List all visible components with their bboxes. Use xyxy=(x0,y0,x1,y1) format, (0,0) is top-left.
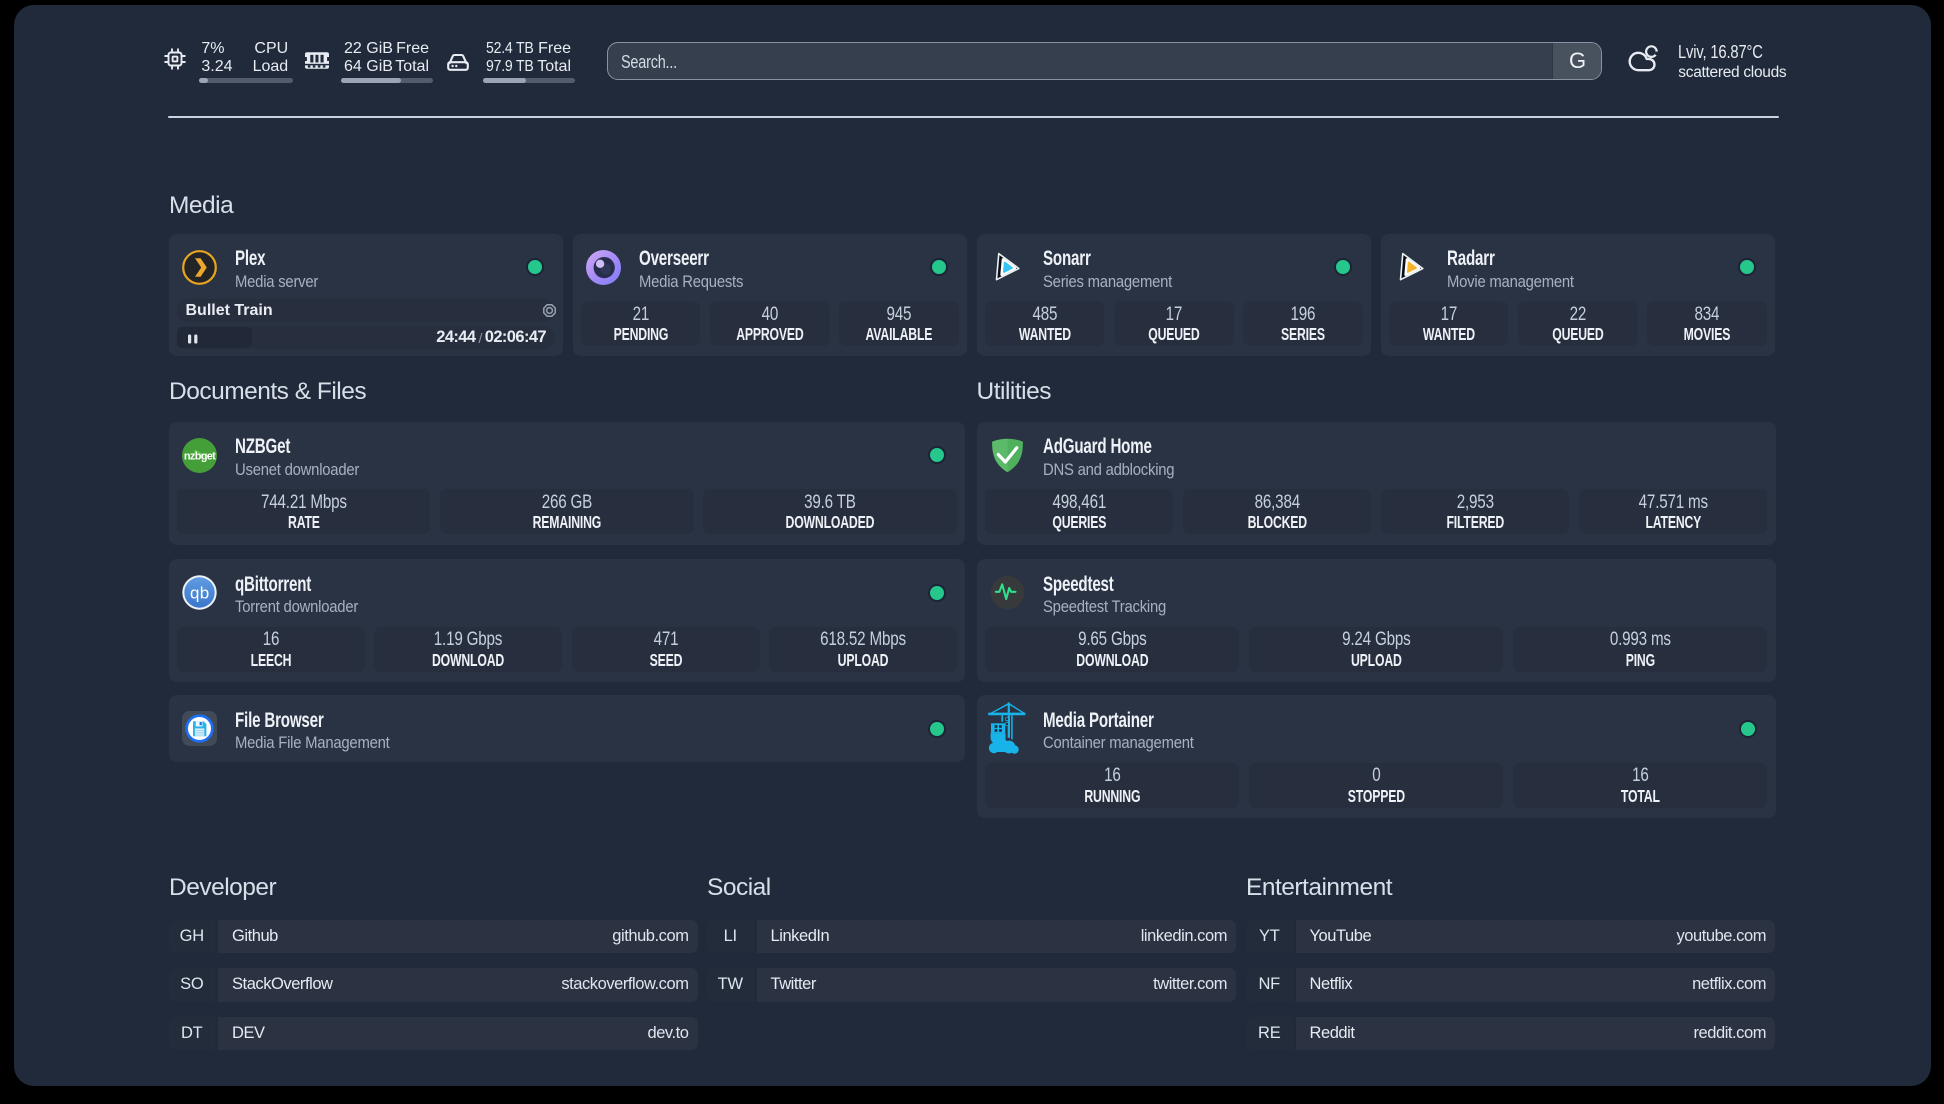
svg-text:nzbget: nzbget xyxy=(183,450,215,462)
svg-text:qb: qb xyxy=(189,584,209,603)
